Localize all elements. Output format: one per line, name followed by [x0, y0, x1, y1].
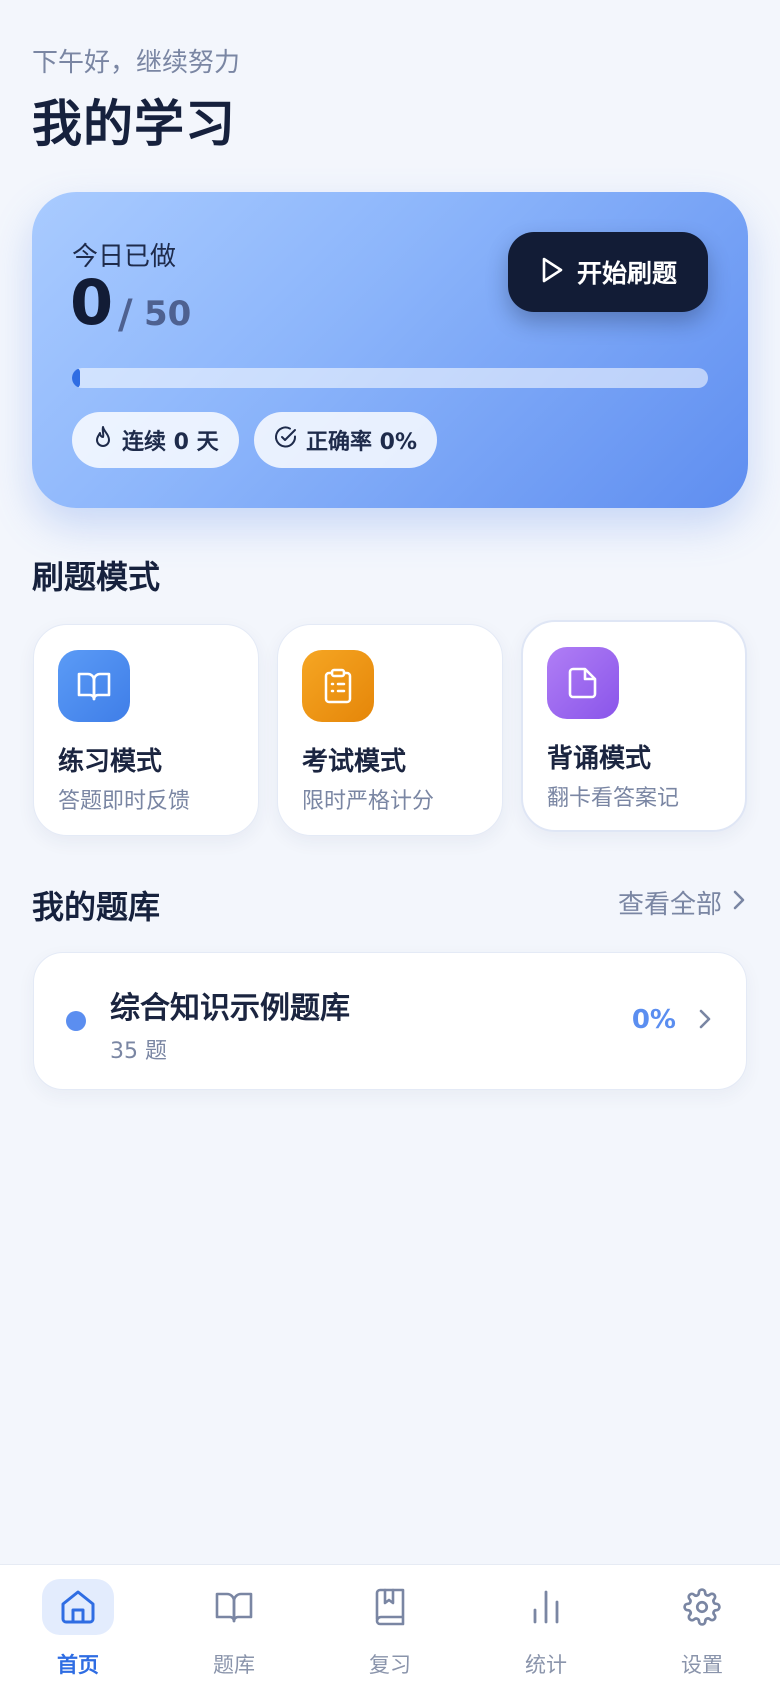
accuracy-text: 正确率 0% [306, 430, 418, 455]
greeting-text: 下午好，继续努力 [32, 48, 241, 78]
flame-icon [92, 425, 114, 455]
memorize-mode-card[interactable]: 背诵模式 翻卡看答案记 [521, 620, 747, 832]
nav-review[interactable]: 复习 [312, 1579, 468, 1688]
bar-chart-icon [510, 1579, 582, 1635]
question-bank-item[interactable]: 综合知识示例题库 35 题 0% [33, 952, 747, 1090]
streak-text: 连续 0 天 [122, 430, 219, 455]
bank-question-count: 35 题 [110, 1039, 167, 1064]
mode-name: 练习模式 [58, 747, 163, 777]
start-practice-button[interactable]: 开始刷题 [508, 232, 708, 312]
clipboard-list-icon [302, 650, 374, 722]
today-progress-card: 今日已做 0 / 50 开始刷题 连续 0 天 正确率 0% [32, 192, 748, 508]
mode-description: 翻卡看答案记 [547, 786, 680, 811]
bottom-navigation: 首页 题库 复习 统计 设置 [0, 1564, 780, 1688]
done-count: 0 [70, 266, 114, 339]
page-title: 我的学习 [32, 95, 236, 153]
start-practice-label: 开始刷题 [576, 259, 677, 288]
streak-badge: 连续 0 天 [72, 412, 239, 468]
nav-label: 设置 [681, 1653, 723, 1677]
home-icon [42, 1579, 114, 1635]
bank-status-dot [66, 1011, 86, 1031]
view-all-label: 查看全部 [617, 890, 722, 920]
modes-section-title: 刷题模式 [32, 558, 161, 596]
nav-label: 题库 [213, 1653, 255, 1677]
bank-name: 综合知识示例题库 [110, 991, 350, 1026]
nav-label: 首页 [57, 1653, 99, 1677]
bank-progress: 0% [631, 1005, 676, 1035]
book-open-icon [58, 650, 130, 722]
chevron-right-icon [698, 1007, 712, 1035]
daily-progress-fill [72, 368, 80, 388]
mode-name: 考试模式 [302, 747, 407, 777]
bookmark-book-icon [354, 1579, 426, 1635]
exam-mode-card[interactable]: 考试模式 限时严格计分 [277, 624, 503, 836]
book-open-icon [198, 1579, 270, 1635]
view-all-link[interactable]: 查看全部 [618, 884, 746, 921]
nav-label: 统计 [525, 1653, 567, 1677]
count-separator: / [118, 292, 133, 338]
note-card-icon [547, 647, 619, 719]
mode-description: 限时严格计分 [302, 789, 435, 814]
nav-stats[interactable]: 统计 [468, 1579, 624, 1688]
chevron-right-icon [732, 888, 746, 918]
accuracy-badge: 正确率 0% [254, 412, 438, 468]
nav-label: 复习 [369, 1653, 411, 1677]
bank-section-title: 我的题库 [32, 888, 161, 926]
daily-progress-bar [72, 368, 708, 388]
mode-description: 答题即时反馈 [58, 789, 191, 814]
practice-mode-card[interactable]: 练习模式 答题即时反馈 [33, 624, 259, 836]
nav-home[interactable]: 首页 [0, 1579, 156, 1688]
nav-settings[interactable]: 设置 [624, 1579, 780, 1688]
nav-question-bank[interactable]: 题库 [156, 1579, 312, 1688]
gear-icon [666, 1579, 738, 1635]
play-icon [539, 256, 565, 288]
daily-goal: 50 [144, 294, 192, 334]
check-circle-icon [274, 425, 298, 455]
mode-name: 背诵模式 [547, 744, 652, 774]
home-screen: 下午好，继续努力 我的学习 今日已做 0 / 50 开始刷题 连续 0 天 正确… [0, 0, 780, 1688]
